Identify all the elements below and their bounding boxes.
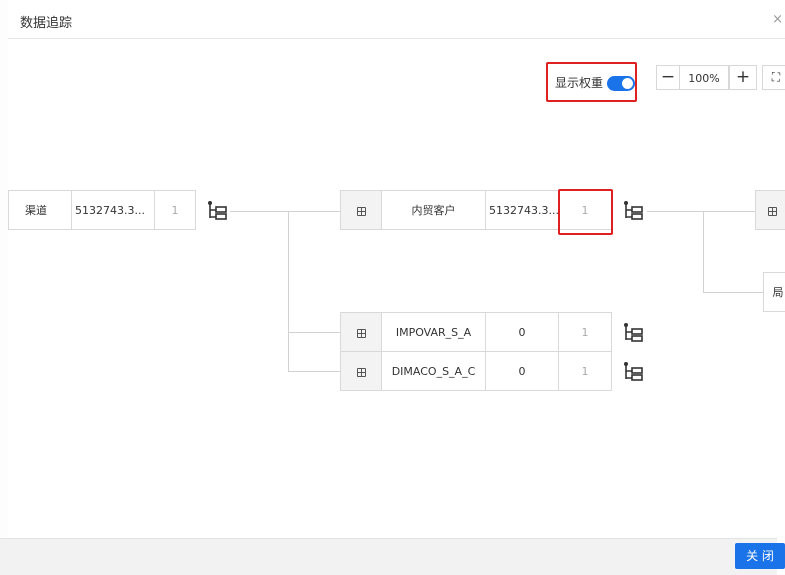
node-child-name: IMPOVAR_S_A xyxy=(381,312,486,352)
grid-icon xyxy=(356,206,366,216)
node-left-weight: 1 xyxy=(154,190,196,230)
edge-to-dimaco xyxy=(288,371,340,372)
node-center-value: 5132743.3... xyxy=(485,190,559,230)
node-right-lower-name: 局 xyxy=(763,272,785,312)
dialog-title: 数据追踪 xyxy=(20,16,73,31)
node-child-weight: 1 xyxy=(558,351,612,391)
show-weight-switch[interactable] xyxy=(607,76,635,91)
edge-branch-vertical xyxy=(288,211,289,371)
switch-knob xyxy=(622,78,633,89)
tree-icon[interactable] xyxy=(622,361,644,383)
fullscreen-icon[interactable]: ⛶ xyxy=(762,65,785,90)
zoom-level: 100% xyxy=(679,65,729,90)
show-weight-label: 显示权重 xyxy=(555,76,604,90)
edge-right-vertical xyxy=(703,211,704,293)
node-child-type xyxy=(340,312,382,352)
tree-icon[interactable] xyxy=(622,322,644,344)
dialog-footer xyxy=(0,538,777,575)
node-child-type xyxy=(340,351,382,391)
grid-icon xyxy=(768,206,777,216)
node-right-type xyxy=(755,190,785,230)
grid-icon xyxy=(356,367,366,377)
tree-icon[interactable] xyxy=(622,200,644,222)
node-child-name: DIMACO_S_A_C xyxy=(381,351,486,391)
node-left-value: 5132743.3... xyxy=(71,190,155,230)
grid-icon xyxy=(356,328,366,338)
node-center-type xyxy=(340,190,382,230)
dialog-header: 数据追踪 × xyxy=(8,3,785,39)
zoom-in-button[interactable]: + xyxy=(729,65,757,90)
node-child-weight: 1 xyxy=(558,312,612,352)
edge-center-right xyxy=(647,211,755,212)
close-button[interactable]: 关 闭 xyxy=(735,543,785,569)
zoom-out-button[interactable]: − xyxy=(656,65,680,90)
node-child-value: 0 xyxy=(485,351,559,391)
node-center-name: 内贸客户 xyxy=(381,190,486,230)
edge-right-lower xyxy=(703,292,763,293)
weight-highlight-box xyxy=(558,189,613,235)
close-icon[interactable]: × xyxy=(772,12,783,27)
edge-to-impovar xyxy=(288,332,340,333)
show-weight-toggle-group: 显示权重 xyxy=(546,62,637,102)
node-child-value: 0 xyxy=(485,312,559,352)
edge-left-center xyxy=(230,211,340,212)
tree-icon[interactable] xyxy=(206,200,228,222)
node-left-name: 渠道 xyxy=(8,190,72,230)
